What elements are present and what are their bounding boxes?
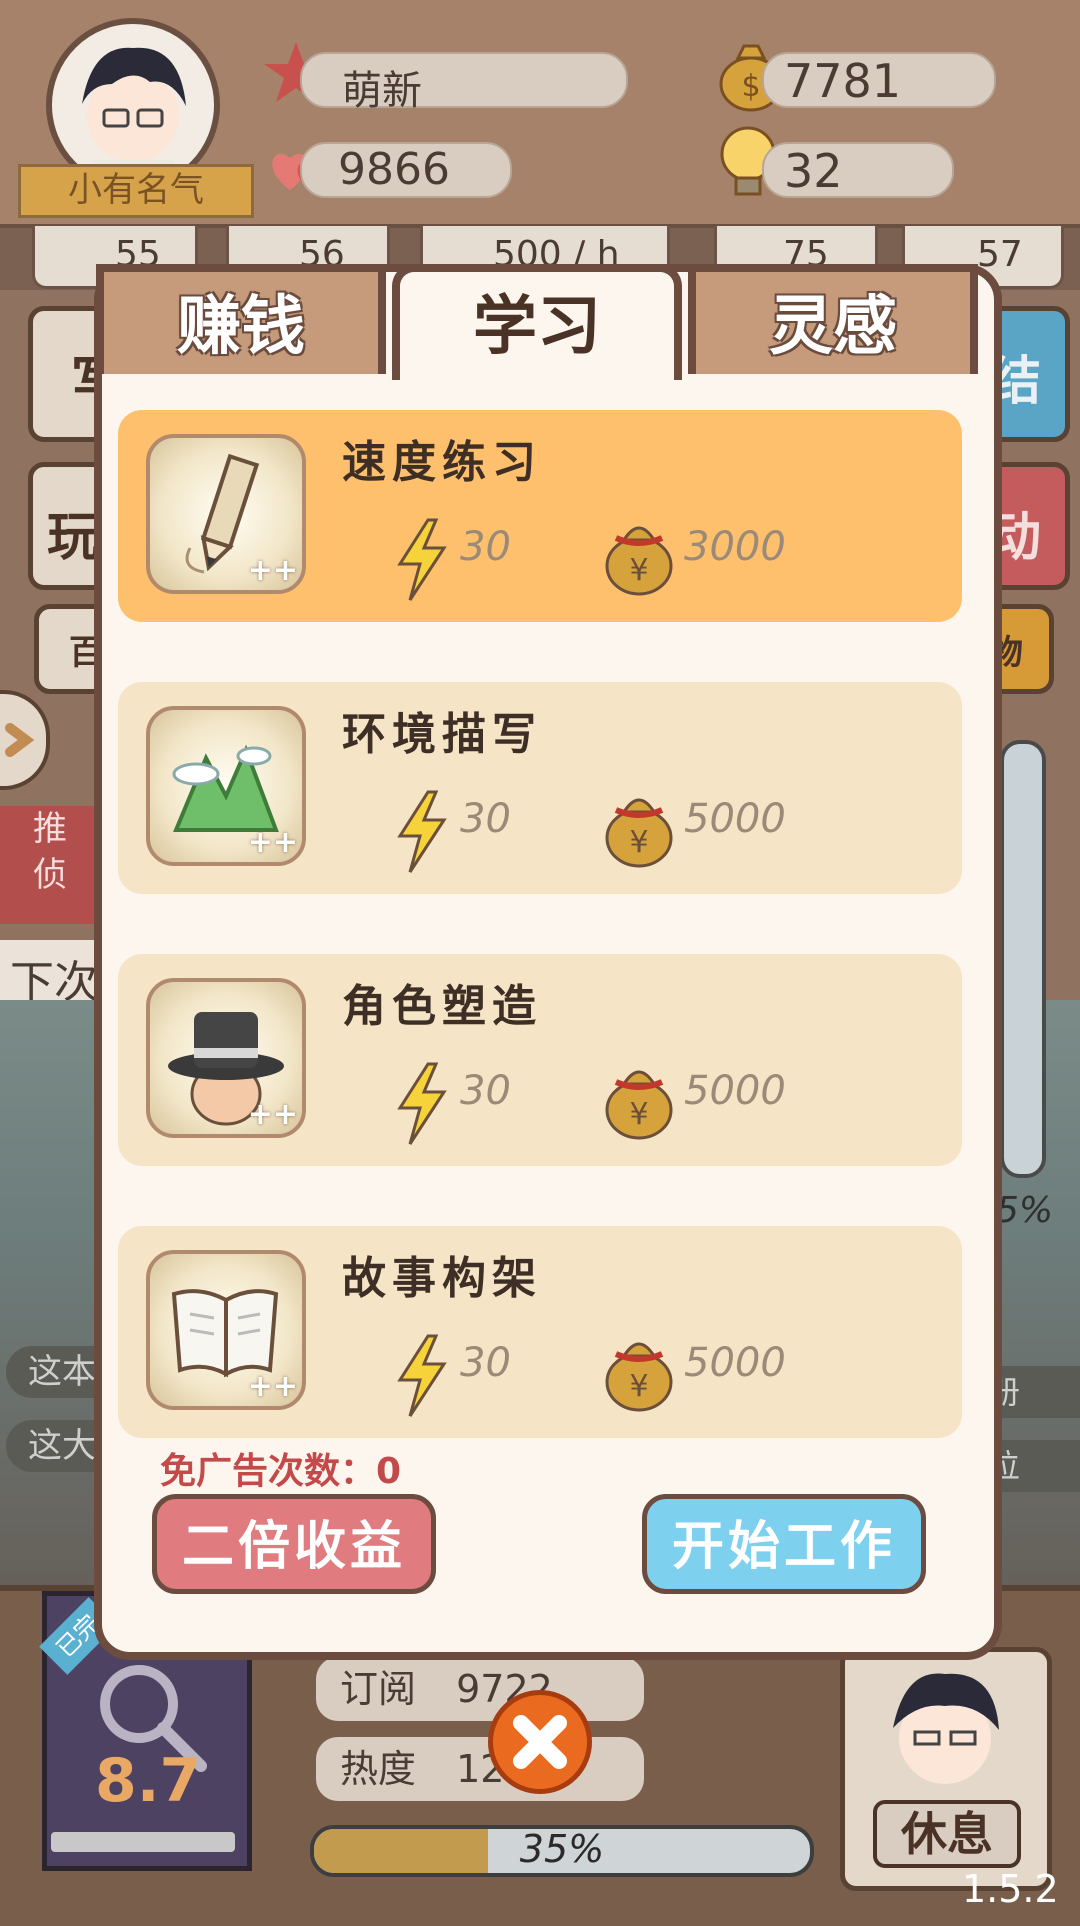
upgrade-plus-mark: ++: [247, 1369, 298, 1404]
genre-line-2: 侦: [33, 855, 67, 895]
level-pill: 萌新: [300, 52, 628, 114]
fans-pill: 9866: [300, 142, 512, 198]
yen-money-bag-icon: ¥: [605, 798, 673, 868]
energy-cost: 30: [460, 524, 511, 570]
version-label: 1.5.2: [962, 1867, 1059, 1911]
start-work-button[interactable]: 开始工作: [642, 1494, 926, 1594]
card-icon-box: ++: [146, 434, 306, 594]
rest-button[interactable]: 休息: [873, 1800, 1021, 1868]
genre-line-1: 推: [33, 809, 67, 849]
svg-text:¥: ¥: [629, 553, 648, 588]
svg-text:$: $: [741, 69, 760, 104]
close-button[interactable]: [488, 1690, 592, 1794]
mystery-genre-tag[interactable]: 推 侦: [0, 806, 100, 924]
card-icon-box: ++: [146, 1250, 306, 1410]
energy-cost: 30: [460, 1068, 511, 1114]
money-pill: 7781: [762, 52, 996, 108]
card-title: 故事构架: [342, 1253, 542, 1304]
book-rating: 8.7: [95, 1746, 202, 1816]
notice-line-2: 这大: [6, 1420, 102, 1472]
lightning-energy-icon: [397, 1062, 447, 1145]
study-card-speed-practice[interactable]: ++ 速度练习 30 ¥ 3000: [118, 410, 962, 622]
money-cost: 5000: [684, 1340, 786, 1386]
svg-text:¥: ¥: [629, 1369, 648, 1404]
lightning-energy-icon: [397, 518, 447, 601]
study-card-story-structure[interactable]: ++ 故事构架 30 ¥ 5000: [118, 1226, 962, 1438]
right-vertical-gauge: [1000, 740, 1046, 1178]
subscribe-pill: 订阅 9722: [316, 1657, 644, 1721]
top-status-bar: 小有名气 萌新 $ 7781 9866 32: [0, 0, 1080, 228]
chevron-right-icon: [5, 723, 35, 757]
gauge-percent: 5%: [996, 1190, 1054, 1231]
yen-money-bag-icon: ¥: [605, 1070, 673, 1140]
book-cover-base: [51, 1832, 235, 1852]
subscribe-label: 订阅: [340, 1667, 417, 1711]
card-icon-box: ++: [146, 706, 306, 866]
study-card-environment[interactable]: ++ 环境描写 30 ¥ 5000: [118, 682, 962, 894]
money-cost: 5000: [684, 1068, 786, 1114]
character-portrait: [893, 1673, 999, 1784]
upgrade-plus-mark: ++: [247, 553, 298, 588]
yen-money-bag-icon: ¥: [605, 526, 673, 596]
rest-character-card[interactable]: 休息: [840, 1647, 1052, 1891]
notice-line-1: 这本: [6, 1346, 102, 1398]
play-button-label: 玩: [47, 508, 100, 568]
svg-text:¥: ¥: [629, 1097, 648, 1132]
study-card-character[interactable]: ++ 角色塑造 30 ¥ 5000: [118, 954, 962, 1166]
card-icon-box: ++: [146, 978, 306, 1138]
money-cost: 3000: [684, 524, 786, 570]
energy-cost: 30: [460, 796, 511, 842]
tab-earn-money[interactable]: 赚钱: [96, 264, 386, 374]
fans-value: 9866: [338, 144, 450, 195]
money-value: 7781: [784, 54, 902, 108]
double-reward-button[interactable]: 二倍收益: [152, 1494, 436, 1594]
book-progress-bar: 35%: [310, 1825, 814, 1877]
progress-text: 35%: [519, 1827, 605, 1871]
fame-ribbon: 小有名气: [18, 164, 254, 218]
tab-study[interactable]: 学习: [392, 264, 682, 380]
tab-inspiration[interactable]: 灵感: [688, 264, 978, 374]
heat-pill: 热度 125: [316, 1737, 644, 1801]
yen-money-bag-icon: ¥: [605, 1342, 673, 1412]
card-title: 角色塑造: [342, 981, 542, 1032]
upgrade-plus-mark: ++: [247, 1097, 298, 1132]
money-cost: 5000: [684, 796, 786, 842]
lightning-energy-icon: [397, 790, 447, 873]
svg-text:¥: ¥: [629, 825, 648, 860]
close-icon: [513, 1715, 567, 1769]
card-title: 速度练习: [342, 437, 542, 488]
energy-cost: 30: [460, 1340, 511, 1386]
level-title: 萌新: [342, 68, 422, 114]
inspiration-pill: 32: [762, 142, 954, 198]
upgrade-plus-mark: ++: [247, 825, 298, 860]
inspiration-value: 32: [784, 144, 843, 198]
heat-label: 热度: [340, 1747, 417, 1791]
ad-free-count: 免广告次数：0: [160, 1451, 402, 1492]
lightning-energy-icon: [397, 1334, 447, 1417]
card-title: 环境描写: [342, 709, 542, 760]
